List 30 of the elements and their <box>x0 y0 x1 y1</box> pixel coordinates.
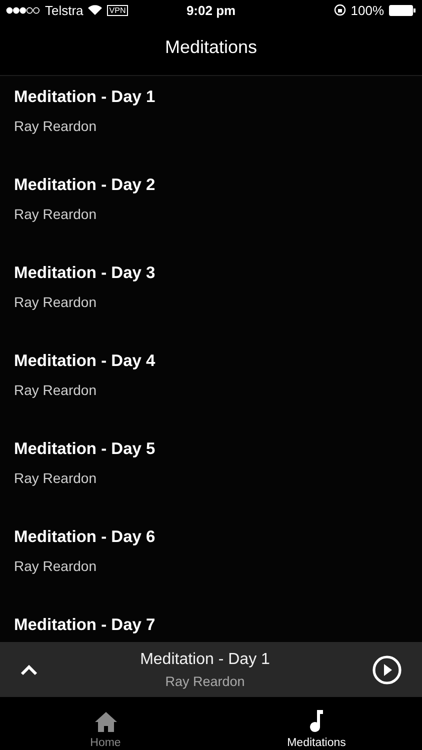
meditation-title[interactable]: Meditation - Day 7 <box>14 616 408 635</box>
meditation-author: Ray Reardon <box>14 294 98 310</box>
battery-icon <box>389 4 416 16</box>
meditation-author: Ray Reardon <box>14 558 98 574</box>
play-button[interactable] <box>372 654 402 684</box>
expand-button[interactable] <box>20 664 38 676</box>
rotation-lock-icon <box>334 4 346 16</box>
tab-item[interactable]: Meditations <box>211 697 422 750</box>
battery-percent: 100% <box>350 2 384 18</box>
meditation-title[interactable]: Meditation - Day 6 <box>14 528 408 547</box>
vpn-badge: VPN <box>107 4 128 16</box>
music-note-icon <box>308 709 326 733</box>
meditation-title[interactable]: Meditation - Day 2 <box>14 176 408 195</box>
now-playing-title: Meditation - Day 1 <box>140 650 270 668</box>
meditation-author: Ray Reardon <box>14 118 98 134</box>
signal-icon <box>6 6 40 14</box>
meditation-title[interactable]: Meditation - Day 5 <box>14 440 408 459</box>
meditation-title[interactable]: Meditation - Day 4 <box>14 352 408 371</box>
meditation-title[interactable]: Meditation - Day 3 <box>14 264 408 283</box>
tab-item[interactable]: Home <box>0 697 211 750</box>
status-time: 9:02 pm <box>186 2 236 18</box>
wifi-icon <box>88 5 102 15</box>
meditation-author: Ray Reardon <box>14 382 98 398</box>
screen-title: Meditations <box>164 37 258 58</box>
meditation-title[interactable]: Meditation - Day 1 <box>14 88 408 107</box>
now-playing-author: Ray Reardon <box>165 674 245 688</box>
carrier-name: Telstra <box>45 2 84 18</box>
home-icon <box>94 711 118 733</box>
meditation-author: Ray Reardon <box>14 206 98 222</box>
meditation-author: Ray Reardon <box>14 470 98 486</box>
